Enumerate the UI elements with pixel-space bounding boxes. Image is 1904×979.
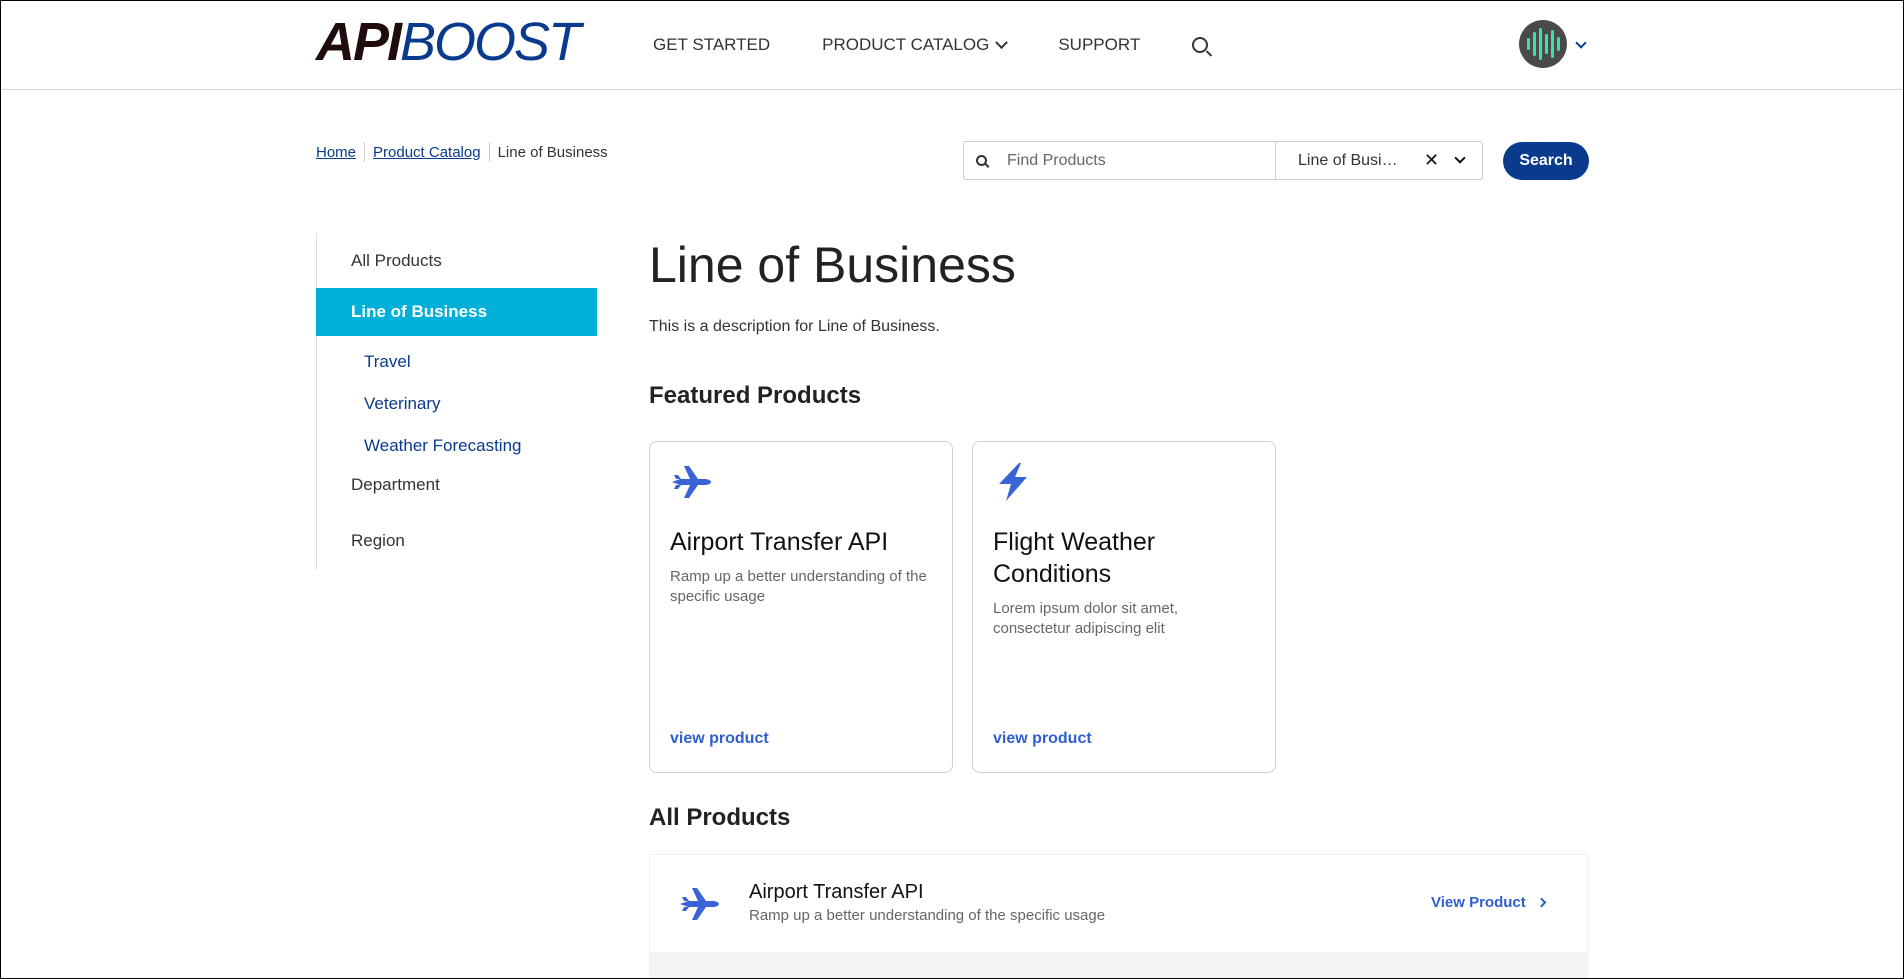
breadcrumb: Home Product Catalog Line of Business [316, 142, 608, 162]
avatar[interactable] [1519, 20, 1567, 68]
chevron-right-icon [1536, 897, 1547, 908]
featured-product-card[interactable]: Airport Transfer API Ramp up a better un… [649, 441, 953, 773]
breadcrumb-divider [488, 142, 490, 162]
product-description: Ramp up a better understanding of the sp… [749, 907, 1106, 924]
avatar-bar [1526, 38, 1530, 50]
search-icon [1192, 37, 1209, 53]
avatar-bar [1556, 37, 1560, 51]
featured-product-card[interactable]: Flight Weather Conditions Lorem ipsum do… [972, 441, 1276, 773]
lightning-icon [999, 463, 1027, 501]
view-product-link[interactable]: view product [670, 730, 769, 748]
sidebar-subitem-weather-forecasting[interactable]: Weather Forecasting [364, 436, 521, 456]
breadcrumb-divider [364, 142, 366, 162]
user-menu-chevron-down-icon[interactable] [1575, 37, 1587, 49]
logo-api-text: API [316, 12, 402, 72]
clear-filter-icon[interactable]: ✕ [1424, 150, 1439, 171]
sidebar-subitem-veterinary[interactable]: Veterinary [364, 394, 441, 414]
chevron-down-icon [995, 35, 1009, 49]
page-title: Line of Business [649, 237, 1016, 293]
airplane-icon [680, 888, 719, 920]
apiboost-logo[interactable]: API BOOST [316, 12, 581, 72]
sidebar-item-all-products[interactable]: All Products [316, 237, 597, 285]
nav-support[interactable]: SUPPORT [1058, 35, 1140, 55]
sidebar-item-department[interactable]: Department [316, 461, 597, 509]
category-filter-value: Line of Business [1298, 151, 1398, 169]
featured-product-description: Ramp up a better understanding of the sp… [670, 568, 927, 605]
logo-boost-text: BOOST [400, 12, 581, 72]
product-search-box: Line of Business ✕ [963, 141, 1483, 180]
featured-product-title: Flight Weather Conditions [993, 528, 1156, 588]
top-header: API BOOST GET STARTED PRODUCT CATALOG SUP… [0, 0, 1904, 90]
nav-product-catalog[interactable]: PRODUCT CATALOG [822, 35, 1009, 55]
nav-support-label: SUPPORT [1058, 35, 1141, 54]
avatar-bar [1544, 34, 1548, 54]
product-list-row[interactable]: Airport Transfer API Ramp up a better un… [649, 854, 1589, 952]
all-products-heading: All Products [649, 804, 791, 831]
sidebar-subitem-travel[interactable]: Travel [364, 352, 411, 372]
product-title: Airport Transfer API [749, 881, 924, 903]
nav-get-started-label: GET STARTED [653, 35, 771, 54]
view-product-link[interactable]: View Product [1431, 894, 1547, 911]
avatar-bar [1538, 28, 1542, 60]
sidebar-item-line-of-business[interactable]: Line of Business [316, 288, 597, 336]
category-filter-select[interactable]: Line of Business ✕ [1275, 142, 1483, 179]
nav-get-started[interactable]: GET STARTED [653, 35, 770, 55]
avatar-bar [1532, 32, 1536, 56]
breadcrumb-home-link[interactable]: Home [316, 144, 356, 161]
view-product-link[interactable]: view product [993, 730, 1092, 748]
featured-product-title: Airport Transfer API [670, 528, 889, 556]
page-description: This is a description for Line of Busine… [649, 318, 940, 335]
chevron-down-icon[interactable] [1454, 152, 1466, 164]
airplane-icon [672, 466, 711, 498]
search-button[interactable]: Search [1503, 142, 1589, 180]
search-input[interactable] [1007, 151, 1267, 170]
view-product-label: View Product [1431, 894, 1526, 911]
breadcrumb-product-catalog-link[interactable]: Product Catalog [373, 144, 481, 161]
sidebar-item-region[interactable]: Region [316, 517, 597, 565]
product-list-row[interactable] [649, 952, 1589, 979]
nav-search-button[interactable] [1192, 37, 1209, 53]
avatar-bar [1550, 30, 1554, 58]
featured-product-description: Lorem ipsum dolor sit amet, consectetur … [993, 600, 1179, 637]
featured-products-heading: Featured Products [649, 382, 862, 409]
breadcrumb-current: Line of Business [497, 143, 608, 161]
search-icon [976, 155, 987, 166]
nav-product-catalog-label: PRODUCT CATALOG [822, 35, 990, 54]
main-nav: GET STARTED PRODUCT CATALOG SUPPORT [653, 0, 1209, 90]
